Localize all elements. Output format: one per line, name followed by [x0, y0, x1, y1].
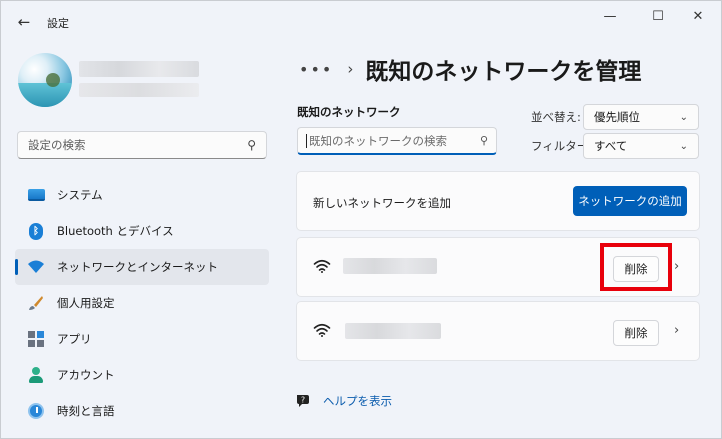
sidebar-nav: システム ᛒ Bluetooth とデバイス ネットワークとインターネット 個人…	[15, 177, 269, 429]
sidebar-item-accounts[interactable]: アカウント	[15, 357, 269, 393]
sort-dropdown[interactable]: 優先順位 ⌄	[583, 104, 699, 130]
add-network-button[interactable]: ネットワークの追加	[573, 186, 687, 216]
add-network-label: 新しいネットワークを追加	[313, 196, 451, 210]
close-button[interactable]: ✕	[678, 5, 718, 27]
chevron-right-icon: ›	[674, 323, 680, 338]
sidebar-item-bluetooth[interactable]: ᛒ Bluetooth とデバイス	[15, 213, 269, 249]
sort-label: 並べ替え:	[531, 110, 581, 124]
sidebar-item-system[interactable]: システム	[15, 177, 269, 213]
minimize-button[interactable]: —	[590, 5, 630, 27]
sidebar-item-apps[interactable]: アプリ	[15, 321, 269, 357]
chevron-down-icon: ⌄	[679, 111, 688, 123]
help-link[interactable]: ? ヘルプを表示	[295, 393, 392, 409]
add-network-card: 新しいネットワークを追加 ネットワークの追加	[296, 171, 700, 231]
filter-dropdown[interactable]: すべて ⌄	[583, 133, 699, 159]
page-title: 既知のネットワークを管理	[365, 59, 642, 85]
sidebar-item-time-language[interactable]: 時刻と言語	[15, 393, 269, 429]
arrow-left-icon: ←	[17, 13, 31, 31]
filter-value: すべて	[594, 139, 628, 153]
network-name-redacted	[343, 258, 437, 274]
wifi-icon	[313, 322, 331, 341]
wifi-icon	[27, 258, 45, 276]
network-name-redacted	[345, 323, 441, 339]
active-indicator	[15, 259, 18, 275]
avatar[interactable]	[18, 53, 72, 107]
bluetooth-icon: ᛒ	[27, 222, 45, 240]
svg-text:?: ?	[301, 396, 305, 405]
clock-icon	[27, 402, 45, 420]
sidebar-item-label: 個人用設定	[57, 296, 115, 310]
text-caret	[306, 133, 307, 148]
sidebar-item-label: システム	[57, 188, 103, 202]
title-bar: ← 設定 — ☐ ✕	[1, 1, 721, 41]
minimize-icon: —	[603, 8, 617, 24]
app-title: 設定	[47, 17, 69, 30]
help-link-label: ヘルプを表示	[323, 394, 392, 408]
settings-search-input[interactable]: 設定の検索 ⚲	[17, 131, 267, 159]
account-icon	[27, 366, 45, 384]
close-icon: ✕	[692, 8, 704, 24]
known-networks-search-input[interactable]: 既知のネットワークの検索 ⚲	[297, 127, 497, 155]
maximize-icon: ☐	[652, 8, 664, 24]
brush-icon	[27, 294, 45, 312]
back-button[interactable]: ←	[11, 9, 37, 35]
delete-network-button[interactable]: 削除	[613, 320, 659, 346]
known-networks-label: 既知のネットワーク	[297, 105, 401, 119]
sidebar-item-label: ネットワークとインターネット	[57, 260, 218, 274]
breadcrumb-more-button[interactable]: •••	[299, 60, 333, 79]
monitor-icon	[27, 186, 45, 204]
maximize-button[interactable]: ☐	[638, 5, 678, 27]
known-networks-search-placeholder: 既知のネットワークの検索	[309, 133, 447, 148]
breadcrumb: ••• › 既知のネットワークを管理	[299, 53, 641, 85]
known-network-item[interactable]: 削除 ›	[296, 237, 700, 297]
user-email-redacted	[79, 83, 199, 97]
chevron-right-icon: ›	[674, 259, 680, 274]
chevron-down-icon: ⌄	[679, 140, 688, 152]
sidebar-item-label: 時刻と言語	[57, 404, 115, 418]
sort-value: 優先順位	[594, 110, 640, 124]
sidebar-item-network[interactable]: ネットワークとインターネット	[15, 249, 269, 285]
wifi-icon	[313, 258, 331, 277]
sidebar-item-label: アカウント	[57, 368, 115, 382]
chevron-right-icon: ›	[347, 60, 354, 78]
user-name-redacted	[79, 61, 199, 77]
sidebar-item-label: Bluetooth とデバイス	[57, 224, 174, 238]
sidebar-item-label: アプリ	[57, 332, 92, 346]
settings-window: ← 設定 — ☐ ✕ 設定の検索 ⚲ システム ᛒ Bluetooth とデバイ…	[0, 0, 722, 439]
sidebar-item-personalization[interactable]: 個人用設定	[15, 285, 269, 321]
settings-search-placeholder: 設定の検索	[28, 138, 86, 152]
delete-network-button[interactable]: 削除	[613, 256, 659, 282]
known-network-item[interactable]: 削除 ›	[296, 301, 700, 361]
search-icon: ⚲	[247, 138, 256, 152]
apps-icon	[27, 330, 45, 348]
search-icon: ⚲	[479, 134, 488, 147]
help-icon: ?	[295, 393, 311, 409]
